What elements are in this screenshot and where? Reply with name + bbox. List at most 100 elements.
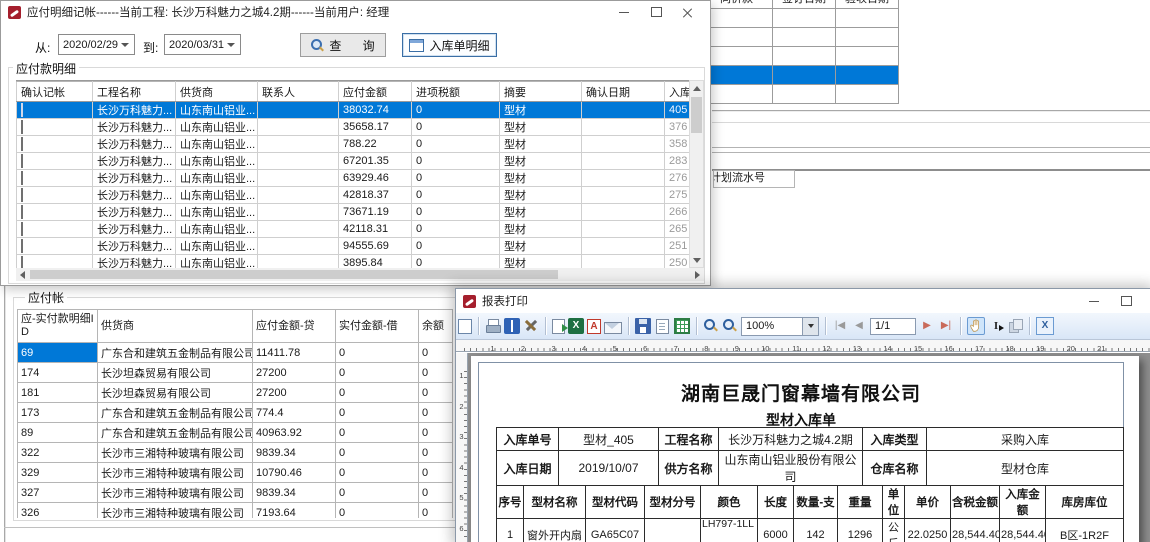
page-setup-icon[interactable] xyxy=(458,319,472,334)
detail-column-header[interactable]: 工程名称 xyxy=(93,82,176,102)
payables-column-header[interactable]: 余额 xyxy=(419,310,453,343)
horizontal-scrollbar[interactable] xyxy=(16,268,704,281)
payables-row[interactable]: 327 长沙市三湘特种玻璃有限公司 9839.34 0 0 xyxy=(18,483,453,503)
save-icon[interactable] xyxy=(635,318,651,334)
confirm-checkbox[interactable] xyxy=(21,222,23,236)
plan-serial-field[interactable]: 计划流水号 xyxy=(713,170,795,188)
scroll-right-button[interactable] xyxy=(691,268,704,281)
ruler-unit: 5 xyxy=(586,344,617,353)
inbound-detail-button[interactable]: 入库单明细 xyxy=(402,33,497,57)
document-icon[interactable] xyxy=(656,319,669,334)
detail-column-header[interactable]: 入库 xyxy=(665,82,690,102)
chevron-down-icon[interactable] xyxy=(802,318,818,335)
payables-row[interactable]: 329 长沙市三湘特种玻璃有限公司 10790.46 0 0 xyxy=(18,463,453,483)
payables-column-header[interactable]: 实付金额-借 xyxy=(336,310,419,343)
book-icon[interactable] xyxy=(504,318,520,334)
payables-row[interactable]: 173 广东合和建筑五金制品有限公司 774.4 0 0 xyxy=(18,403,453,423)
grid-icon[interactable] xyxy=(674,318,690,334)
to-date-combo[interactable]: 2020/03/31 xyxy=(164,34,241,55)
close-button[interactable] xyxy=(1142,289,1150,313)
cell-inbound-no: 283 xyxy=(665,153,690,170)
close-button[interactable] xyxy=(672,1,704,23)
scroll-thumb[interactable] xyxy=(691,97,702,133)
confirm-checkbox[interactable] xyxy=(21,171,23,185)
copy-icon[interactable] xyxy=(1007,318,1023,334)
detail-column-header[interactable]: 进项税额 xyxy=(412,82,500,102)
payables-column-header[interactable]: 供货商 xyxy=(98,310,253,343)
zoom-level-combo[interactable]: 100% xyxy=(741,317,819,336)
detail-row[interactable]: 长沙万科魅力... 山东南山铝业... 38032.74 0 型材 405 xyxy=(17,102,690,119)
minimize-button[interactable] xyxy=(608,1,640,23)
detail-row[interactable]: 长沙万科魅力... 山东南山铝业... 42818.37 0 型材 275 xyxy=(17,187,690,204)
detail-row[interactable]: 长沙万科魅力... 山东南山铝业... 73671.19 0 型材 266 xyxy=(17,204,690,221)
page-indicator-input[interactable]: 1/1 xyxy=(870,318,916,335)
tools-icon[interactable] xyxy=(523,318,539,334)
excel-icon[interactable] xyxy=(568,318,584,334)
contract-column-header[interactable]: 签订日期 xyxy=(773,0,836,9)
mail-icon[interactable] xyxy=(604,322,622,334)
detail-column-header[interactable]: 摘要 xyxy=(500,82,582,102)
contract-row[interactable] xyxy=(701,9,899,28)
contract-row[interactable] xyxy=(701,28,899,47)
payables-row[interactable]: 326 长沙市三湘特种玻璃有限公司 7193.64 0 0 xyxy=(18,503,453,519)
payables-row[interactable]: 181 长沙坦森贸易有限公司 27200 0 0 xyxy=(18,383,453,403)
scroll-up-button[interactable] xyxy=(690,81,703,95)
detail-row[interactable]: 长沙万科魅力... 山东南山铝业... 94555.69 0 型材 251 xyxy=(17,238,690,255)
report-column-header: 数量-支 xyxy=(794,486,838,519)
payables-column-header[interactable]: 应-实付款明细ID xyxy=(18,310,98,343)
vertical-scrollbar[interactable] xyxy=(689,80,704,268)
text-select-icon[interactable] xyxy=(988,318,1004,334)
hand-tool-icon[interactable] xyxy=(967,317,985,335)
confirm-checkbox[interactable] xyxy=(21,103,23,117)
report-titlebar[interactable]: 报表打印 xyxy=(456,289,1150,313)
contract-column-header[interactable]: 验收日期 xyxy=(836,0,899,9)
detail-column-header[interactable]: 联系人 xyxy=(258,82,339,102)
maximize-button[interactable] xyxy=(640,1,672,23)
confirm-checkbox[interactable] xyxy=(21,239,23,253)
scroll-left-button[interactable] xyxy=(16,268,29,281)
detail-row[interactable]: 长沙万科魅力... 山东南山铝业... 42118.31 0 型材 265 xyxy=(17,221,690,238)
confirm-checkbox[interactable] xyxy=(21,120,23,134)
detail-row[interactable]: 长沙万科魅力... 山东南山铝业... 788.22 0 型材 358 xyxy=(17,136,690,153)
detail-column-header[interactable]: 确认日期 xyxy=(582,82,665,102)
maximize-button[interactable] xyxy=(1110,289,1142,313)
from-date-combo[interactable]: 2020/02/29 xyxy=(58,34,135,55)
close-preview-icon[interactable] xyxy=(1036,317,1054,335)
confirm-checkbox[interactable] xyxy=(21,154,23,168)
detail-column-header[interactable]: 供货商 xyxy=(176,82,258,102)
detail-row[interactable]: 长沙万科魅力... 山东南山铝业... 63929.46 0 型材 276 xyxy=(17,170,690,187)
first-page-icon[interactable]: |◀ xyxy=(832,318,848,334)
confirm-checkbox[interactable] xyxy=(21,188,23,202)
detail-row[interactable]: 长沙万科魅力... 山东南山铝业... 67201.35 0 型材 283 xyxy=(17,153,690,170)
scroll-down-button[interactable] xyxy=(690,253,703,267)
detail-column-header[interactable]: 应付金额 xyxy=(339,82,412,102)
payables-row[interactable]: 89 广东合和建筑五金制品有限公司 40963.92 0 0 xyxy=(18,423,453,443)
payables-detail-titlebar[interactable]: 应付明细记帐------当前工程: 长沙万科魅力之城4.2期------当前用户… xyxy=(1,1,710,23)
contract-row[interactable] xyxy=(701,66,899,85)
payables-column-header[interactable]: 应付金额-贷 xyxy=(253,310,336,343)
app-icon xyxy=(463,295,476,308)
query-button[interactable]: 查 询 xyxy=(300,33,386,57)
confirm-checkbox[interactable] xyxy=(21,137,23,151)
payables-row[interactable]: 322 长沙市三湘特种玻璃有限公司 9839.34 0 0 xyxy=(18,443,453,463)
next-page-icon[interactable]: ▶ xyxy=(919,318,935,334)
contract-column-header[interactable]: 同价款 xyxy=(701,0,773,9)
scroll-thumb[interactable] xyxy=(30,270,558,279)
prev-page-icon[interactable]: ◀ xyxy=(851,318,867,334)
detail-column-header[interactable]: 确认记帐 xyxy=(17,82,93,102)
pdf-icon[interactable] xyxy=(587,319,601,334)
export-icon[interactable] xyxy=(552,319,565,334)
maximize-icon xyxy=(1121,296,1132,306)
minimize-button[interactable] xyxy=(1078,289,1110,313)
zoom-out-icon[interactable] xyxy=(722,318,738,334)
payables-row[interactable]: 174 长沙坦森贸易有限公司 27200 0 0 xyxy=(18,363,453,383)
contract-row[interactable] xyxy=(701,85,899,104)
detail-row[interactable]: 长沙万科魅力... 山东南山铝业... 35658.17 0 型材 376 xyxy=(17,119,690,136)
confirm-checkbox[interactable] xyxy=(21,205,23,219)
zoom-in-icon[interactable] xyxy=(703,318,719,334)
printer-icon[interactable] xyxy=(485,318,501,334)
contract-row[interactable] xyxy=(701,47,899,66)
preview-area[interactable]: 123456 湖南巨晟门窗幕墙有限公司 型材入库单 入库单号 型材_405 工程… xyxy=(456,353,1150,542)
last-page-icon[interactable]: ▶| xyxy=(938,318,954,334)
payables-row[interactable]: 69 广东合和建筑五金制品有限公司 11411.78 0 0 xyxy=(18,343,453,363)
